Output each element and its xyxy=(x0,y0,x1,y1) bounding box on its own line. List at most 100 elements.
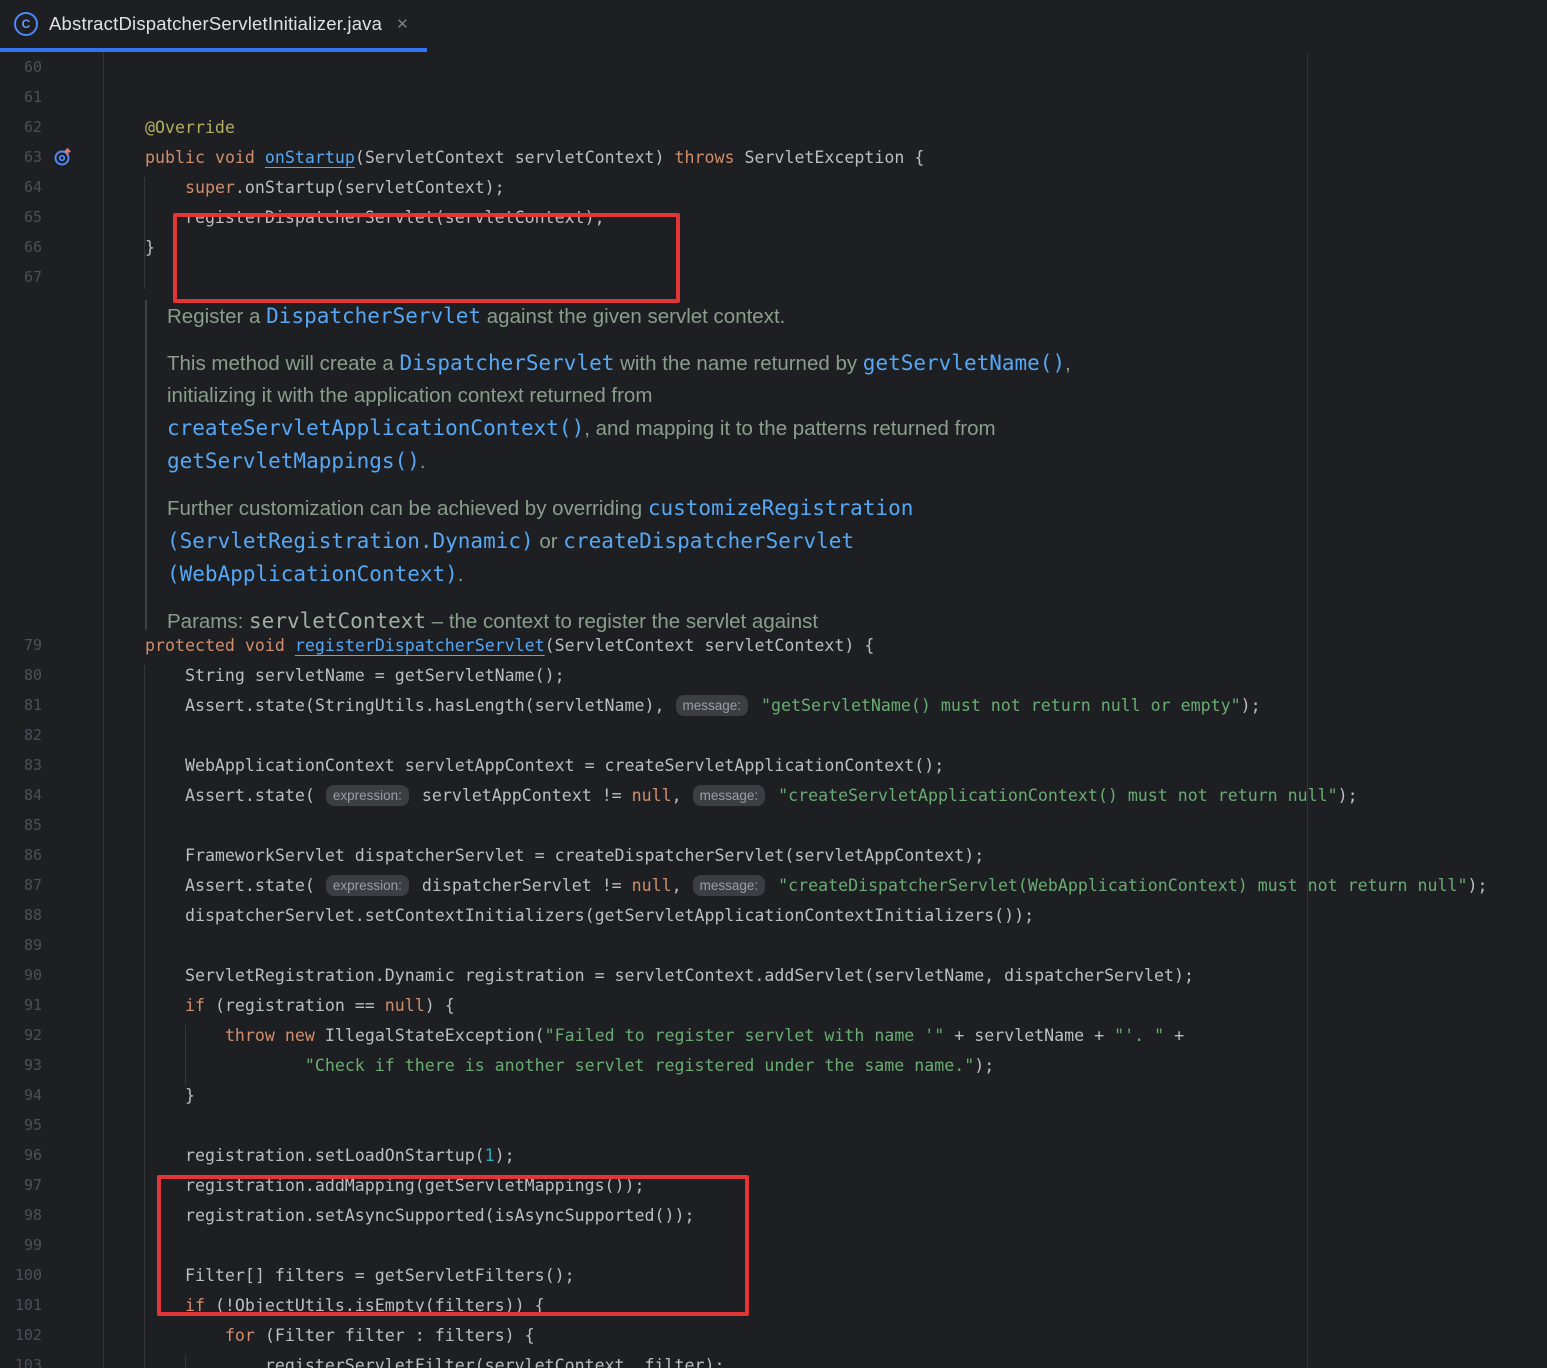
line-number[interactable]: 86 xyxy=(0,846,42,864)
code-line[interactable]: 83 WebApplicationContext servletAppConte… xyxy=(0,750,1547,780)
gutter[interactable]: 83 xyxy=(0,756,103,774)
line-number[interactable]: 91 xyxy=(0,996,42,1014)
code-text[interactable]: String servletName = getServletName(); xyxy=(103,666,565,685)
line-number[interactable]: 97 xyxy=(0,1176,42,1194)
code-text[interactable]: } xyxy=(103,1086,195,1105)
line-number[interactable]: 82 xyxy=(0,726,42,744)
doc-link[interactable]: DispatcherServlet xyxy=(266,304,481,328)
gutter[interactable]: 67 xyxy=(0,268,103,286)
code-text[interactable]: Filter[] filters = getServletFilters(); xyxy=(103,1266,575,1285)
code-line[interactable]: 63public void onStartup(ServletContext s… xyxy=(0,142,1547,172)
code-text[interactable]: @Override xyxy=(103,118,235,137)
code-line[interactable]: 103 registerServletFilter(servletContext… xyxy=(0,1350,1547,1368)
code-line[interactable]: 98 registration.setAsyncSupported(isAsyn… xyxy=(0,1200,1547,1230)
doc-link[interactable]: createServletApplicationContext() xyxy=(167,416,584,440)
line-number[interactable]: 98 xyxy=(0,1206,42,1224)
code-text[interactable]: public void onStartup(ServletContext ser… xyxy=(103,148,924,167)
code-text[interactable]: dispatcherServlet.setContextInitializers… xyxy=(103,906,1034,925)
gutter[interactable]: 66 xyxy=(0,238,103,256)
gutter[interactable]: 65 xyxy=(0,208,103,226)
gutter[interactable]: 61 xyxy=(0,88,103,106)
code-line[interactable]: 67 xyxy=(0,262,1547,292)
code-line[interactable]: 93 "Check if there is another servlet re… xyxy=(0,1050,1547,1080)
gutter[interactable]: 94 xyxy=(0,1086,103,1104)
doc-link[interactable]: DispatcherServlet xyxy=(399,351,614,375)
code-line[interactable]: 95 xyxy=(0,1110,1547,1140)
code-editor[interactable]: 606162@Override63public void onStartup(S… xyxy=(0,52,1547,1368)
code-line[interactable]: 97 registration.addMapping(getServletMap… xyxy=(0,1170,1547,1200)
code-text[interactable]: registration.setLoadOnStartup(1); xyxy=(103,1146,515,1165)
code-line[interactable]: 79protected void registerDispatcherServl… xyxy=(0,630,1547,660)
code-line[interactable]: 102 for (Filter filter : filters) { xyxy=(0,1320,1547,1350)
line-number[interactable]: 80 xyxy=(0,666,42,684)
gutter[interactable]: 91 xyxy=(0,996,103,1014)
gutter[interactable]: 97 xyxy=(0,1176,103,1194)
line-number[interactable]: 90 xyxy=(0,966,42,984)
gutter[interactable]: 96 xyxy=(0,1146,103,1164)
code-line[interactable]: 66} xyxy=(0,232,1547,262)
code-line[interactable]: 89 xyxy=(0,930,1547,960)
gutter[interactable]: 84 xyxy=(0,786,103,804)
code-line[interactable]: 60 xyxy=(0,52,1547,82)
gutter[interactable]: 64 xyxy=(0,178,103,196)
overriding-method-icon[interactable] xyxy=(53,147,73,167)
gutter[interactable]: 102 xyxy=(0,1326,103,1344)
code-line[interactable]: 99 xyxy=(0,1230,1547,1260)
doc-link[interactable]: getServletName() xyxy=(863,351,1065,375)
code-line[interactable]: 61 xyxy=(0,82,1547,112)
code-text[interactable]: registration.setAsyncSupported(isAsyncSu… xyxy=(103,1206,694,1225)
line-number[interactable]: 85 xyxy=(0,816,42,834)
line-number[interactable]: 87 xyxy=(0,876,42,894)
code-text[interactable]: protected void registerDispatcherServlet… xyxy=(103,636,874,655)
gutter[interactable]: 82 xyxy=(0,726,103,744)
code-text[interactable]: if (!ObjectUtils.isEmpty(filters)) { xyxy=(103,1296,545,1315)
code-text[interactable]: for (Filter filter : filters) { xyxy=(103,1326,535,1345)
line-number[interactable]: 89 xyxy=(0,936,42,954)
code-line[interactable]: 84 Assert.state( expression: servletAppC… xyxy=(0,780,1547,810)
code-line[interactable]: 65 registerDispatcherServlet(servletCont… xyxy=(0,202,1547,232)
gutter[interactable]: 103 xyxy=(0,1356,103,1368)
code-line[interactable]: 92 throw new IllegalStateException("Fail… xyxy=(0,1020,1547,1050)
gutter[interactable]: 90 xyxy=(0,966,103,984)
code-text[interactable]: "Check if there is another servlet regis… xyxy=(103,1056,994,1075)
code-text[interactable]: FrameworkServlet dispatcherServlet = cre… xyxy=(103,846,984,865)
code-text[interactable]: registerDispatcherServlet(servletContext… xyxy=(103,208,605,227)
code-line[interactable]: 94 } xyxy=(0,1080,1547,1110)
code-line[interactable]: 64 super.onStartup(servletContext); xyxy=(0,172,1547,202)
line-number[interactable]: 92 xyxy=(0,1026,42,1044)
line-number[interactable]: 81 xyxy=(0,696,42,714)
line-number[interactable]: 103 xyxy=(0,1356,42,1368)
code-text[interactable]: } xyxy=(103,238,155,257)
code-text[interactable]: WebApplicationContext servletAppContext … xyxy=(103,756,944,775)
code-text[interactable]: registration.addMapping(getServletMappin… xyxy=(103,1176,645,1195)
code-line[interactable]: 91 if (registration == null) { xyxy=(0,990,1547,1020)
line-number[interactable]: 60 xyxy=(0,58,42,76)
code-line[interactable]: 62@Override xyxy=(0,112,1547,142)
code-text[interactable]: super.onStartup(servletContext); xyxy=(103,178,505,197)
gutter[interactable]: 63 xyxy=(0,147,103,167)
code-line[interactable]: 80 String servletName = getServletName()… xyxy=(0,660,1547,690)
line-number[interactable]: 64 xyxy=(0,178,42,196)
tab-close-icon[interactable]: ✕ xyxy=(396,15,409,33)
line-number[interactable]: 88 xyxy=(0,906,42,924)
gutter[interactable]: 99 xyxy=(0,1236,103,1254)
line-number[interactable]: 61 xyxy=(0,88,42,106)
line-number[interactable]: 84 xyxy=(0,786,42,804)
gutter[interactable]: 92 xyxy=(0,1026,103,1044)
code-text[interactable]: registerServletFilter(servletContext, fi… xyxy=(103,1356,724,1368)
gutter[interactable]: 81 xyxy=(0,696,103,714)
code-line[interactable]: 82 xyxy=(0,720,1547,750)
gutter[interactable]: 79 xyxy=(0,636,103,654)
code-line[interactable]: 86 FrameworkServlet dispatcherServlet = … xyxy=(0,840,1547,870)
line-number[interactable]: 100 xyxy=(0,1266,42,1284)
gutter[interactable]: 85 xyxy=(0,816,103,834)
gutter[interactable]: 101 xyxy=(0,1296,103,1314)
code-text[interactable]: Assert.state( expression: servletAppCont… xyxy=(103,785,1358,806)
gutter[interactable]: 62 xyxy=(0,118,103,136)
gutter[interactable]: 98 xyxy=(0,1206,103,1224)
code-line[interactable]: 85 xyxy=(0,810,1547,840)
code-text[interactable]: if (registration == null) { xyxy=(103,996,455,1015)
line-number[interactable]: 102 xyxy=(0,1326,42,1344)
gutter[interactable]: 93 xyxy=(0,1056,103,1074)
gutter[interactable]: 100 xyxy=(0,1266,103,1284)
